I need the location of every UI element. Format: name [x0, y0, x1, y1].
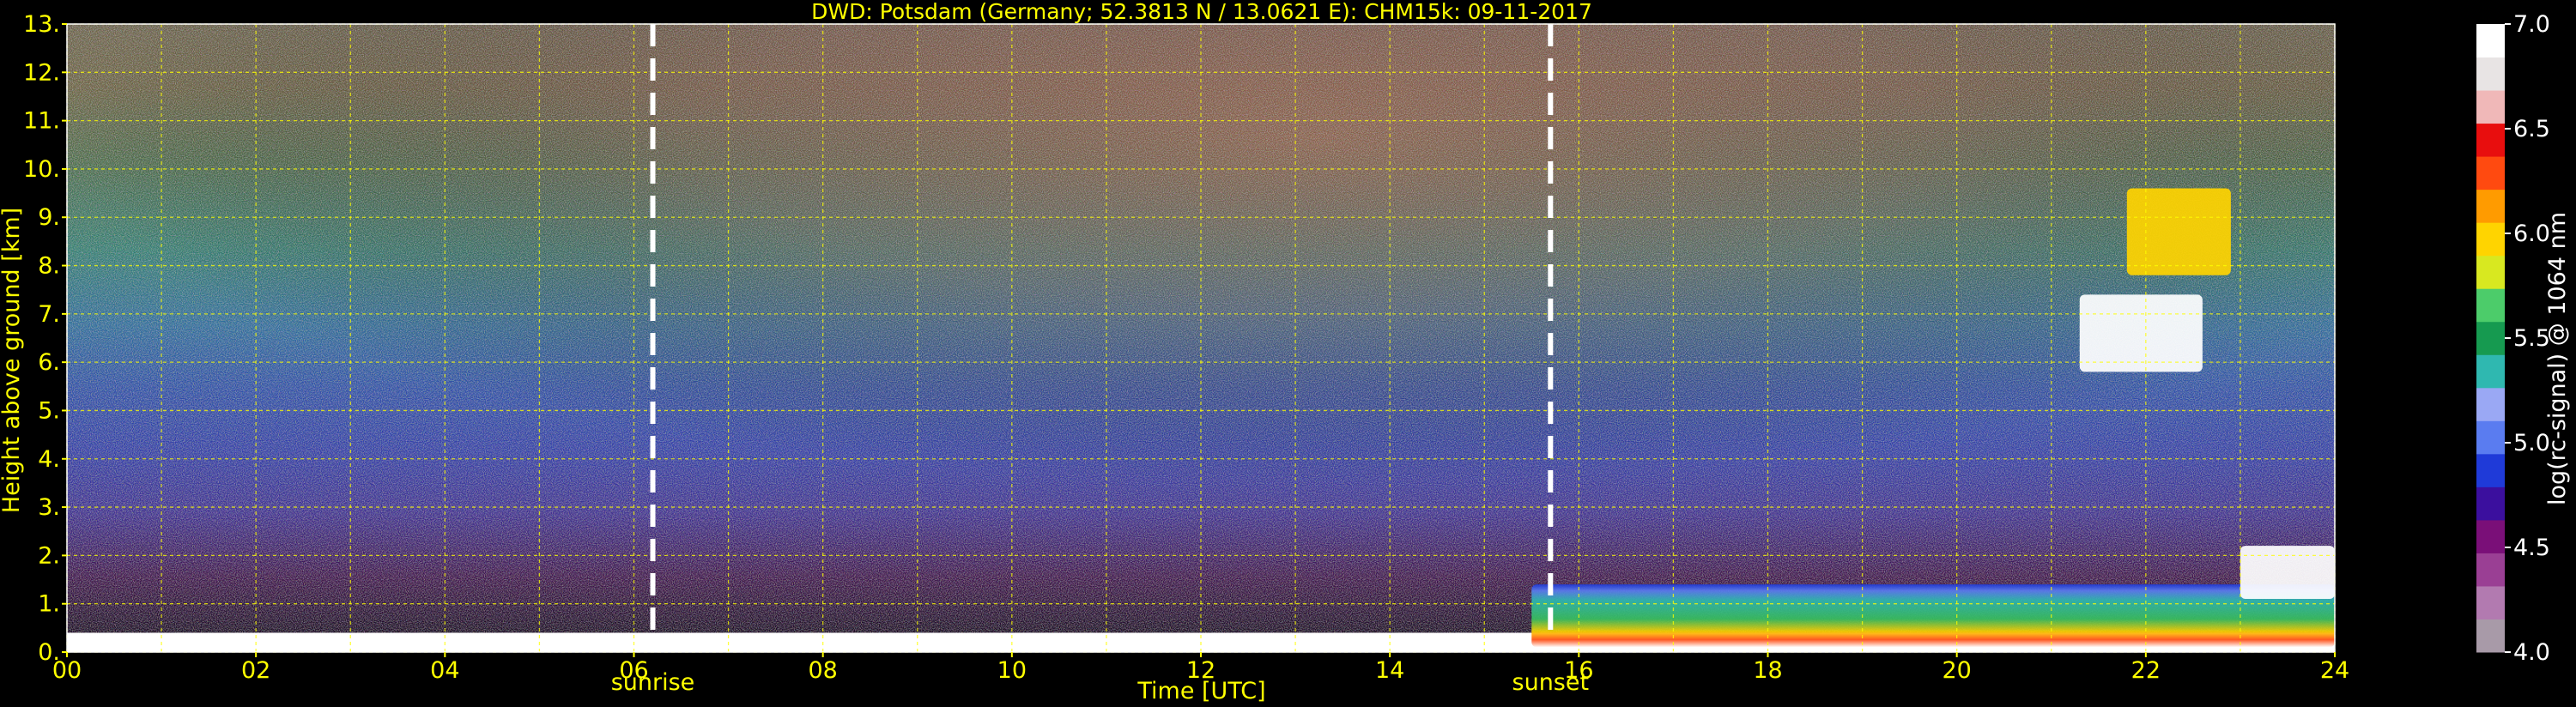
- x-tick-label: 08: [808, 657, 837, 684]
- feature-boundary-layer: [1531, 584, 2335, 648]
- colorbar-segments: [2476, 24, 2505, 653]
- colorbar-tick-label: 4.0: [2513, 639, 2550, 666]
- colorbar-segment: [2476, 189, 2505, 223]
- colorbar-segment: [2476, 255, 2505, 289]
- y-tick-label: 4.: [38, 446, 60, 473]
- y-tick-label: 6.: [38, 349, 60, 376]
- y-tick-label: 12.: [23, 59, 60, 86]
- colorbar-segment: [2476, 222, 2505, 257]
- feature-cloud: [2079, 294, 2203, 372]
- y-tick-label: 10.: [23, 156, 60, 183]
- colorbar-segment: [2476, 57, 2505, 91]
- colorbar-tick-label: 4.5: [2513, 535, 2550, 561]
- colorbar-segment: [2476, 585, 2505, 619]
- y-tick-label: 3.: [38, 494, 60, 521]
- x-tick-label: 02: [241, 657, 270, 684]
- colorbar-segment: [2476, 24, 2505, 58]
- colorbar-label: log(rc-signal) @ 1064 nm: [2544, 212, 2571, 505]
- y-axis-label: Height above ground [km]: [0, 208, 25, 513]
- x-axis-label: Time [UTC]: [1136, 678, 1265, 704]
- sunset-label: sunset: [1512, 669, 1590, 696]
- ceilometer-figure: DWD: Potsdam (Germany; 52.3813 N / 13.06…: [0, 0, 2571, 704]
- x-tick-label: 04: [430, 657, 459, 684]
- colorbar-segment: [2476, 553, 2505, 587]
- colorbar-segment: [2476, 420, 2505, 455]
- y-tick-label: 11.: [23, 108, 60, 135]
- x-tick-label: 18: [1753, 657, 1782, 684]
- sunrise-label: sunrise: [611, 669, 695, 696]
- colorbar-segment: [2476, 519, 2505, 553]
- colorbar-segment: [2476, 321, 2505, 355]
- x-tick-label: 24: [2320, 657, 2349, 684]
- colorbar-segment: [2476, 90, 2505, 124]
- x-tick-label: 10: [997, 657, 1027, 684]
- y-tick-label: 8.: [38, 253, 60, 280]
- x-tick-label: 22: [2131, 657, 2161, 684]
- colorbar-segment: [2476, 354, 2505, 389]
- x-tick-label: 20: [1942, 657, 1971, 684]
- feature-cirrus: [2126, 188, 2231, 275]
- y-tick-label: 2.: [38, 542, 60, 569]
- colorbar-tick-label: 7.0: [2513, 11, 2550, 38]
- plot-area: [66, 23, 2336, 653]
- x-tick-label: 14: [1375, 657, 1404, 684]
- y-tick-label: 13.: [23, 11, 60, 38]
- colorbar-segment: [2476, 156, 2505, 190]
- colorbar-segment: [2476, 453, 2505, 487]
- colorbar: 4.04.55.05.56.06.57.0 log(rc-signal) @ 1…: [2476, 11, 2571, 666]
- y-tick-label: 5.: [38, 397, 60, 424]
- event-labels: sunrise sunset: [611, 669, 1589, 696]
- y-tick-label: 0.: [38, 639, 60, 666]
- y-tick-label: 1.: [38, 591, 60, 618]
- signal-noise-speckle: [67, 24, 2335, 652]
- feature-low-cloud: [2240, 546, 2335, 600]
- y-tick-label: 9.: [38, 204, 60, 231]
- y-tick-label: 7.: [38, 301, 60, 328]
- colorbar-segment: [2476, 288, 2505, 323]
- colorbar-tick-labels: 4.04.55.05.56.06.57.0: [2505, 11, 2550, 666]
- colorbar-tick-label: 6.5: [2513, 116, 2550, 142]
- colorbar-segment: [2476, 387, 2505, 421]
- chart-title: DWD: Potsdam (Germany; 52.3813 N / 13.06…: [811, 0, 1592, 24]
- colorbar-segment: [2476, 486, 2505, 521]
- colorbar-segment: [2476, 619, 2505, 653]
- colorbar-segment: [2476, 123, 2505, 157]
- y-tick-labels: 0. 1. 2. 3. 4. 5. 6. 7. 8. 9. 10. 11. 12. 13.: [23, 11, 67, 666]
